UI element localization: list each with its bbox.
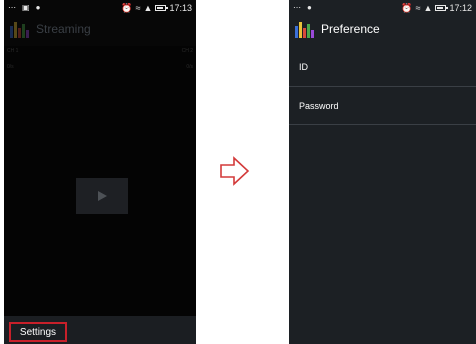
- app-logo-icon: [10, 20, 30, 38]
- battery-icon: [435, 5, 449, 11]
- more-icon: ⋯: [293, 3, 301, 12]
- more-icon: ⋯: [8, 3, 16, 12]
- alarm-icon: ⏰: [121, 2, 133, 13]
- status-bar: ⋯ ▣ ● ⏰ ≈ ▲ 17:13: [4, 0, 196, 16]
- preference-id[interactable]: ID: [299, 62, 476, 72]
- app-logo-icon: [295, 20, 315, 38]
- app-bar: Streaming: [4, 16, 196, 42]
- streaming-screen: ⋯ ▣ ● ⏰ ≈ ▲ 17:13 Streaming CH 1 CH 2 0/…: [4, 0, 196, 344]
- channel-label-left: CH 1: [7, 48, 19, 54]
- divider: [289, 124, 476, 125]
- preference-password[interactable]: Password: [299, 101, 476, 111]
- preference-screen: ⋯ ● ⏰ ≈ ▲ 17:12 Preference ID Password: [289, 0, 476, 344]
- wifi-icon: ≈: [415, 2, 421, 13]
- play-button[interactable]: [76, 178, 128, 214]
- chat-icon: ●: [35, 3, 41, 12]
- channel-label-right: CH 2: [181, 48, 193, 54]
- status-time: 17:13: [169, 3, 192, 13]
- app-bar: Preference: [289, 16, 476, 42]
- wifi-icon: ≈: [135, 2, 141, 13]
- arrow-right-icon: [220, 156, 250, 186]
- page-title: Streaming: [36, 22, 91, 36]
- chat-icon: ●: [307, 3, 312, 12]
- bottom-bar: Settings: [4, 316, 196, 344]
- alarm-icon: ⏰: [401, 2, 413, 13]
- battery-icon: [155, 5, 169, 11]
- rate-label-right: 0/s: [186, 64, 193, 70]
- settings-button[interactable]: Settings: [9, 322, 67, 342]
- rate-label-left: 0/s: [7, 64, 14, 70]
- page-title: Preference: [321, 22, 380, 36]
- status-time: 17:12: [449, 3, 472, 13]
- divider: [289, 86, 476, 87]
- signal-icon: ▲: [143, 2, 153, 13]
- signal-icon: ▲: [423, 2, 433, 13]
- image-icon: ▣: [22, 3, 30, 12]
- play-icon: [97, 191, 107, 201]
- status-bar: ⋯ ● ⏰ ≈ ▲ 17:12: [289, 0, 476, 16]
